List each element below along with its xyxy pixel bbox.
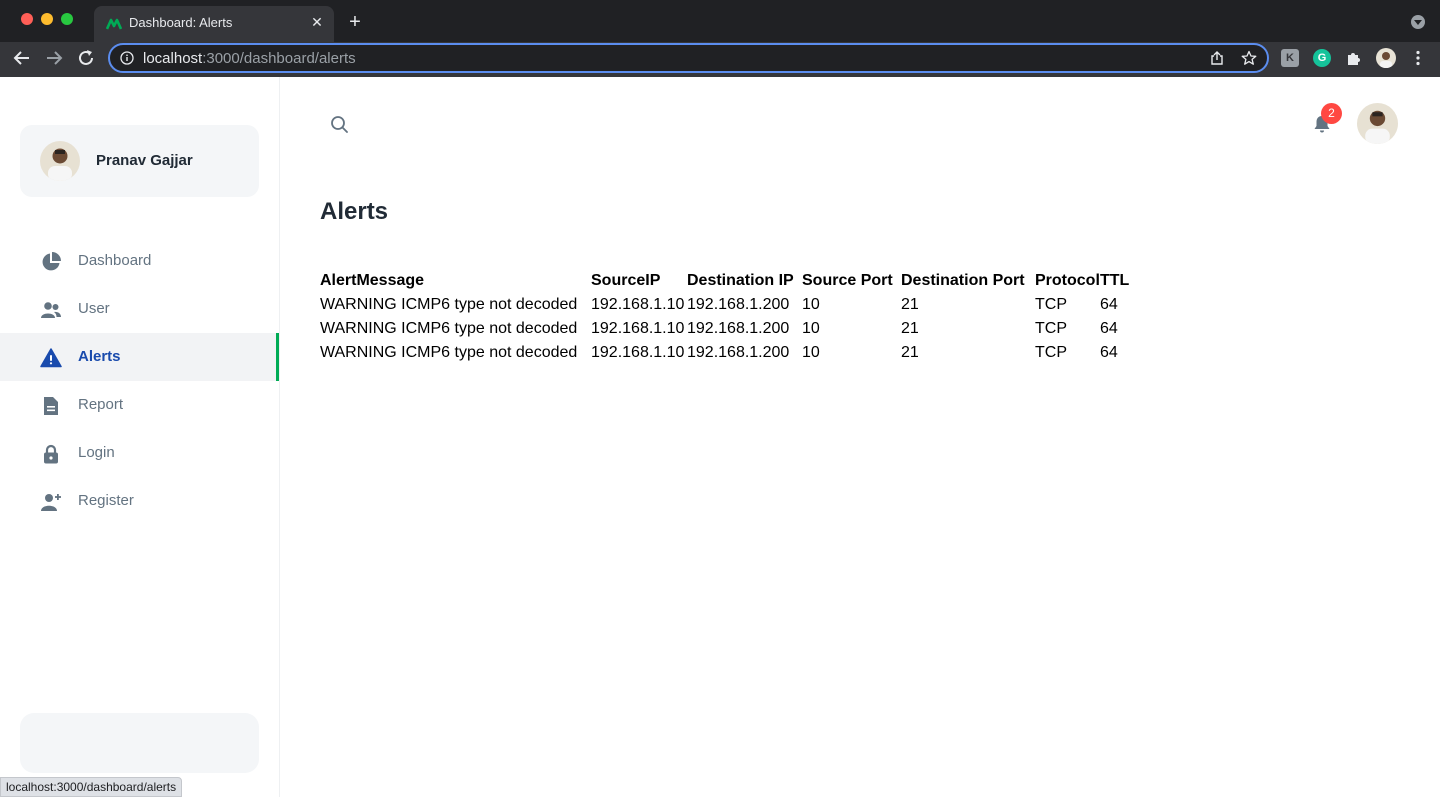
lock-icon: [44, 444, 58, 464]
source-port-cell: 10: [802, 296, 820, 313]
site-info-icon[interactable]: [120, 51, 134, 65]
column-header-alert-message: AlertMessage: [320, 272, 425, 289]
table-row: WARNING ICMP6 type not decoded 192.168.1…: [320, 317, 1135, 341]
browser-tab[interactable]: Dashboard: Alerts ✕: [94, 6, 334, 42]
column-header-source-ip: SourceIP: [591, 272, 661, 289]
column-header-ttl: TTL: [1100, 272, 1130, 289]
forward-icon[interactable]: [43, 47, 65, 69]
source-ip-cell: 192.168.1.10: [591, 344, 685, 361]
app-logo-icon: [106, 18, 122, 30]
people-icon: [41, 302, 61, 318]
table-row: WARNING ICMP6 type not decoded 192.168.1…: [320, 293, 1135, 317]
table-header-row: AlertMessage SourceIP Destination IP Sou…: [320, 269, 1135, 293]
profile-avatar[interactable]: [1376, 48, 1396, 68]
reload-icon[interactable]: [75, 47, 97, 69]
url-text: localhost:3000/dashboard/alerts: [143, 50, 356, 67]
account-avatar-button[interactable]: [1357, 103, 1398, 144]
sidebar-item-label: Register: [78, 492, 134, 509]
destination-port-cell: 21: [901, 296, 919, 313]
tab-title: Dashboard: Alerts: [129, 15, 233, 30]
source-ip-cell: 192.168.1.10: [591, 296, 685, 313]
avatar-image: [40, 141, 80, 181]
alert-message-cell: WARNING ICMP6 type not decoded: [320, 320, 578, 337]
destination-ip-cell: 192.168.1.200: [687, 296, 790, 313]
sidebar-item-label: Login: [78, 444, 115, 461]
column-header-source-port: Source Port: [802, 272, 893, 289]
url-host: localhost: [143, 50, 203, 67]
bookmark-star-icon[interactable]: [1241, 50, 1257, 66]
avatar-image: [1357, 103, 1398, 144]
destination-port-cell: 21: [901, 344, 919, 361]
browser-chrome: Dashboard: Alerts ✕ + localhost:3000/das…: [0, 0, 1440, 77]
person-add-icon: [41, 494, 61, 511]
sidebar: Pranav Gajjar Dashboard User Alerts Repo…: [0, 77, 280, 797]
share-icon[interactable]: [1209, 50, 1225, 66]
alert-triangle-icon: [40, 348, 62, 368]
close-window-button[interactable]: [21, 13, 33, 25]
tab-strip: Dashboard: Alerts ✕ +: [0, 0, 1440, 42]
ttl-cell: 64: [1100, 320, 1118, 337]
alerts-table: AlertMessage SourceIP Destination IP Sou…: [320, 269, 1135, 365]
more-menu-icon[interactable]: [1409, 49, 1427, 67]
sidebar-item-register[interactable]: Register: [0, 477, 279, 525]
table-row: WARNING ICMP6 type not decoded 192.168.1…: [320, 341, 1135, 365]
search-icon[interactable]: [328, 113, 350, 135]
protocol-cell: TCP: [1035, 320, 1067, 337]
tab-search-button[interactable]: [1411, 15, 1425, 29]
notification-badge: 2: [1321, 103, 1342, 124]
grammarly-icon[interactable]: G: [1313, 49, 1331, 67]
avatar: [40, 141, 80, 181]
sidebar-item-alerts[interactable]: Alerts: [0, 333, 279, 381]
sidebar-item-user[interactable]: User: [0, 285, 279, 333]
ttl-cell: 64: [1100, 344, 1118, 361]
extension-k-icon[interactable]: K: [1281, 49, 1299, 67]
back-icon[interactable]: [11, 47, 33, 69]
sidebar-item-dashboard[interactable]: Dashboard: [0, 237, 279, 285]
account-card[interactable]: Pranav Gajjar: [20, 125, 259, 197]
source-ip-cell: 192.168.1.10: [591, 320, 685, 337]
page: Pranav Gajjar Dashboard User Alerts Repo…: [0, 77, 1440, 797]
avatar-image: [1376, 48, 1396, 68]
column-header-destination-port: Destination Port: [901, 272, 1025, 289]
page-title: Alerts: [320, 198, 389, 225]
alert-message-cell: WARNING ICMP6 type not decoded: [320, 296, 578, 313]
file-text-icon: [44, 397, 58, 415]
ttl-cell: 64: [1100, 296, 1118, 313]
address-bar[interactable]: localhost:3000/dashboard/alerts: [108, 43, 1269, 73]
status-bar-url: localhost:3000/dashboard/alerts: [0, 777, 183, 797]
sidebar-item-report[interactable]: Report: [0, 381, 279, 429]
destination-ip-cell: 192.168.1.200: [687, 344, 790, 361]
sidebar-item-label: Report: [78, 396, 124, 413]
destination-ip-cell: 192.168.1.200: [687, 320, 790, 337]
minimize-window-button[interactable]: [41, 13, 53, 25]
protocol-cell: TCP: [1035, 296, 1067, 313]
sidebar-footer-card: [20, 713, 259, 773]
sidebar-item-label: Dashboard: [78, 252, 152, 269]
column-header-destination-ip: Destination IP: [687, 272, 794, 289]
account-name: Pranav Gajjar: [96, 152, 193, 169]
main-content: 2 Alerts AlertMessage SourceIP Destinati…: [280, 77, 1440, 797]
pie-chart-icon: [42, 252, 61, 271]
destination-port-cell: 21: [901, 320, 919, 337]
source-port-cell: 10: [802, 344, 820, 361]
tab-close-button[interactable]: ✕: [308, 13, 326, 31]
alert-message-cell: WARNING ICMP6 type not decoded: [320, 344, 578, 361]
extensions-puzzle-icon[interactable]: [1345, 49, 1363, 67]
source-port-cell: 10: [802, 320, 820, 337]
url-path: :3000/dashboard/alerts: [202, 50, 356, 67]
column-header-protocol: Protocol: [1035, 272, 1100, 289]
new-tab-button[interactable]: +: [344, 11, 366, 33]
sidebar-item-login[interactable]: Login: [0, 429, 279, 477]
maximize-window-button[interactable]: [61, 13, 73, 25]
nav-menu: Dashboard User Alerts Report Login Regis…: [0, 237, 279, 525]
sidebar-item-label: User: [78, 300, 110, 317]
sidebar-item-label: Alerts: [78, 348, 121, 365]
protocol-cell: TCP: [1035, 344, 1067, 361]
